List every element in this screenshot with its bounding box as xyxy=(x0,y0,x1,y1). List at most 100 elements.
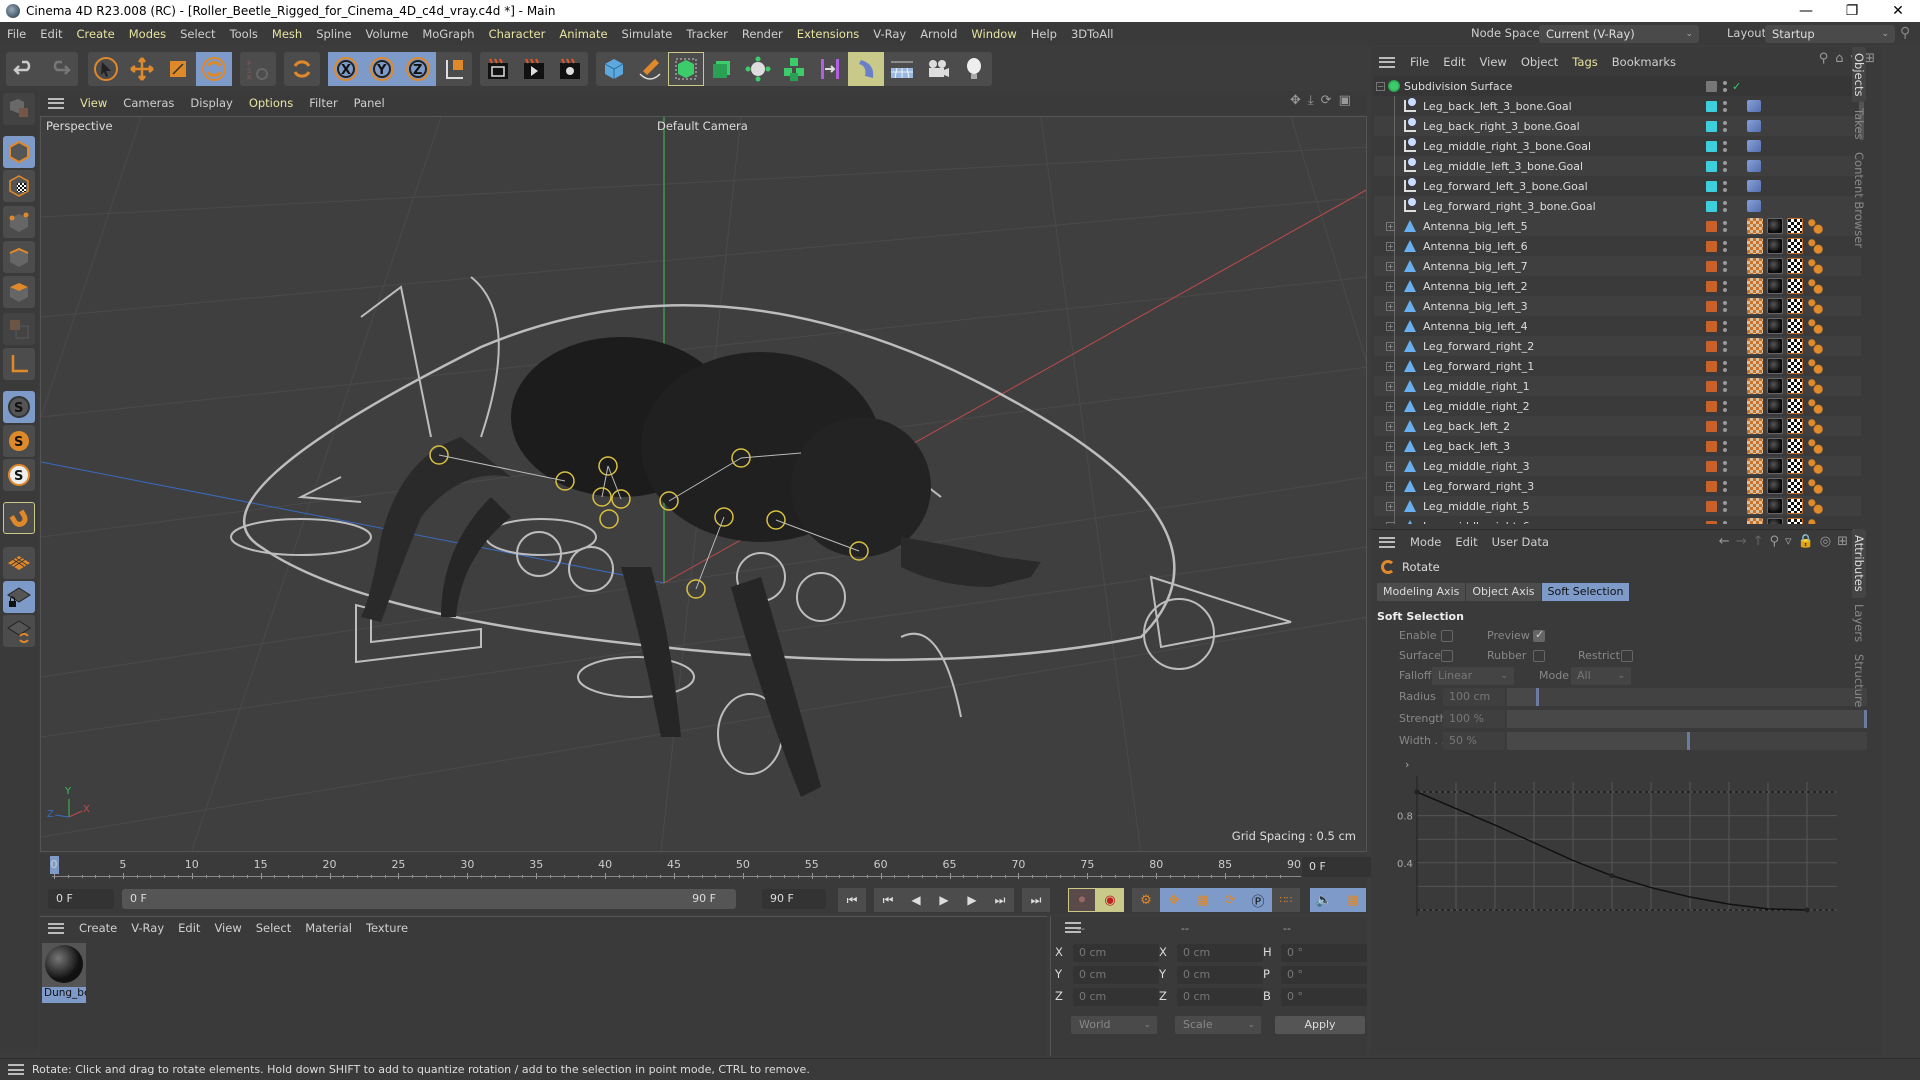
material-menu-create[interactable]: Create xyxy=(72,921,124,935)
texture-tag-icon[interactable] xyxy=(1787,438,1803,454)
timeline-ruler[interactable]: 0 5 10 15 20 25 30 35 40 45 50 55 60 65 70 75 80 85 90 0 F xyxy=(40,854,1406,884)
select-tool-button[interactable] xyxy=(88,52,124,86)
menu-tracker[interactable]: Tracker xyxy=(679,27,735,41)
layer-color-swatch[interactable] xyxy=(1706,520,1717,524)
expand-icon[interactable]: + xyxy=(1386,461,1395,471)
ik-tag-icon[interactable] xyxy=(1747,200,1761,212)
material-tag-icon[interactable] xyxy=(1767,398,1783,414)
radius-field[interactable]: 100 cm xyxy=(1443,688,1505,706)
point-selection-tag-icon[interactable] xyxy=(1807,478,1823,494)
material-menu-edit[interactable]: Edit xyxy=(171,921,207,935)
material-tag-icon[interactable] xyxy=(1767,218,1783,234)
layer-color-swatch[interactable] xyxy=(1706,380,1717,392)
mograph-button[interactable] xyxy=(776,52,812,86)
point-mode-button[interactable] xyxy=(3,206,35,238)
key-parameter-button[interactable]: Ⓟ xyxy=(1244,888,1272,912)
texture-tag-icon[interactable] xyxy=(1787,298,1803,314)
key-scale-button[interactable]: ▦ xyxy=(1188,888,1216,912)
expand-icon[interactable]: + xyxy=(1386,521,1395,524)
menu-v-ray[interactable]: V-Ray xyxy=(866,27,913,41)
forward-arrow-icon[interactable]: → xyxy=(1736,534,1747,549)
point-selection-tag-icon[interactable] xyxy=(1807,318,1823,334)
material-tag-icon[interactable] xyxy=(1767,418,1783,434)
tab-object-axis[interactable]: Object Axis xyxy=(1466,583,1542,601)
object-row-subdivision-surface[interactable]: − Subdivision Surface ✓ xyxy=(1374,76,1861,96)
layout-dropdown[interactable]: Startup ⌄ xyxy=(1765,25,1895,43)
subdivision-surface-button[interactable] xyxy=(668,52,704,86)
visibility-dots[interactable] xyxy=(1723,519,1727,524)
make-editable-button[interactable] xyxy=(3,93,35,125)
object-row[interactable]: + Antenna_big_left_2 xyxy=(1374,276,1861,296)
material-tag-icon[interactable] xyxy=(1767,498,1783,514)
side-tab-attributes[interactable]: Attributes xyxy=(1852,529,1866,598)
menu-3dtoall[interactable]: 3DToAll xyxy=(1064,27,1121,41)
expand-icon[interactable]: + xyxy=(1386,261,1395,271)
expand-icon[interactable]: + xyxy=(1386,401,1395,411)
visibility-dots[interactable] xyxy=(1723,99,1727,113)
visibility-dots[interactable] xyxy=(1723,119,1727,133)
layer-color-swatch[interactable] xyxy=(1706,420,1717,432)
curve-control-point[interactable] xyxy=(1414,789,1420,795)
minimize-button[interactable]: — xyxy=(1783,0,1829,22)
attribute-menu-mode[interactable]: Mode xyxy=(1403,535,1448,549)
layer-color-swatch[interactable] xyxy=(1706,120,1717,132)
point-selection-tag-icon[interactable] xyxy=(1807,358,1823,374)
point-selection-tag-icon[interactable] xyxy=(1807,398,1823,414)
extrude-button[interactable] xyxy=(704,52,740,86)
workplane-lock-button[interactable] xyxy=(3,581,35,613)
viewport-menu-icon[interactable] xyxy=(48,97,64,109)
point-selection-tag-icon[interactable] xyxy=(1807,298,1823,314)
expand-icon[interactable]: + xyxy=(1386,441,1395,451)
side-tab-takes[interactable]: Takes xyxy=(1852,102,1866,146)
workplane-button[interactable] xyxy=(3,547,35,579)
material-menu-texture[interactable]: Texture xyxy=(359,921,415,935)
autokey-button[interactable]: ◉ xyxy=(1096,888,1124,912)
enable-checkbox[interactable] xyxy=(1441,630,1453,642)
material-tag-icon[interactable] xyxy=(1767,298,1783,314)
expand-icon[interactable]: + xyxy=(1386,321,1395,331)
menu-window[interactable]: Window xyxy=(964,27,1023,41)
material-tag-icon[interactable] xyxy=(1767,278,1783,294)
perspective-viewport[interactable]: Perspective Default Camera Grid Spacing … xyxy=(40,116,1367,852)
apply-button[interactable]: Apply xyxy=(1275,1016,1365,1034)
layer-color-swatch[interactable] xyxy=(1706,240,1717,252)
pen-button[interactable] xyxy=(632,52,668,86)
visibility-dots[interactable] xyxy=(1723,319,1727,333)
material-tag-icon[interactable] xyxy=(1767,358,1783,374)
object-row[interactable]: Leg_middle_left_3_bone.Goal xyxy=(1374,156,1861,176)
object-menu-object[interactable]: Object xyxy=(1514,55,1565,69)
ik-tag-icon[interactable] xyxy=(1747,120,1761,132)
position-x-field[interactable]: 0 cm xyxy=(1073,944,1159,962)
material-swatch[interactable]: Dung_be xyxy=(42,943,86,1003)
point-selection-tag-icon[interactable] xyxy=(1807,278,1823,294)
layer-color-swatch[interactable] xyxy=(1706,320,1717,332)
point-selection-tag-icon[interactable] xyxy=(1807,238,1823,254)
point-selection-tag-icon[interactable] xyxy=(1807,498,1823,514)
weight-tag-icon[interactable] xyxy=(1747,418,1763,434)
object-row[interactable]: Leg_back_right_3_bone.Goal xyxy=(1374,116,1861,136)
weight-tag-icon[interactable] xyxy=(1747,278,1763,294)
texture-tag-icon[interactable] xyxy=(1787,338,1803,354)
visibility-dots[interactable] xyxy=(1723,359,1727,373)
material-menu-material[interactable]: Material xyxy=(298,921,359,935)
visibility-dots[interactable] xyxy=(1723,159,1727,173)
keyframe-selection-button[interactable]: ⚙ xyxy=(1132,888,1160,912)
layer-color-swatch[interactable] xyxy=(1706,220,1717,232)
up-arrow-icon[interactable]: ↑ xyxy=(1753,534,1764,549)
redo-button[interactable] xyxy=(42,52,78,86)
viewport-menu-options[interactable]: Options xyxy=(241,96,301,110)
material-menu-v-ray[interactable]: V-Ray xyxy=(124,921,171,935)
object-row[interactable]: + Antenna_big_left_6 xyxy=(1374,236,1861,256)
menu-arnold[interactable]: Arnold xyxy=(913,27,964,41)
film-button[interactable]: ▦ xyxy=(1338,888,1366,912)
weight-tag-icon[interactable] xyxy=(1747,318,1763,334)
layer-color-swatch[interactable] xyxy=(1706,180,1717,192)
object-row[interactable]: + Leg_forward_right_3 xyxy=(1374,476,1861,496)
object-menu-bookmarks[interactable]: Bookmarks xyxy=(1605,55,1683,69)
menu-file[interactable]: File xyxy=(0,27,33,41)
rotate-tool-button[interactable] xyxy=(196,52,232,86)
object-row[interactable]: Leg_middle_right_3_bone.Goal xyxy=(1374,136,1861,156)
texture-tag-icon[interactable] xyxy=(1787,518,1803,524)
psr-button[interactable]: PSR xyxy=(240,52,276,86)
menu-edit[interactable]: Edit xyxy=(33,27,69,41)
